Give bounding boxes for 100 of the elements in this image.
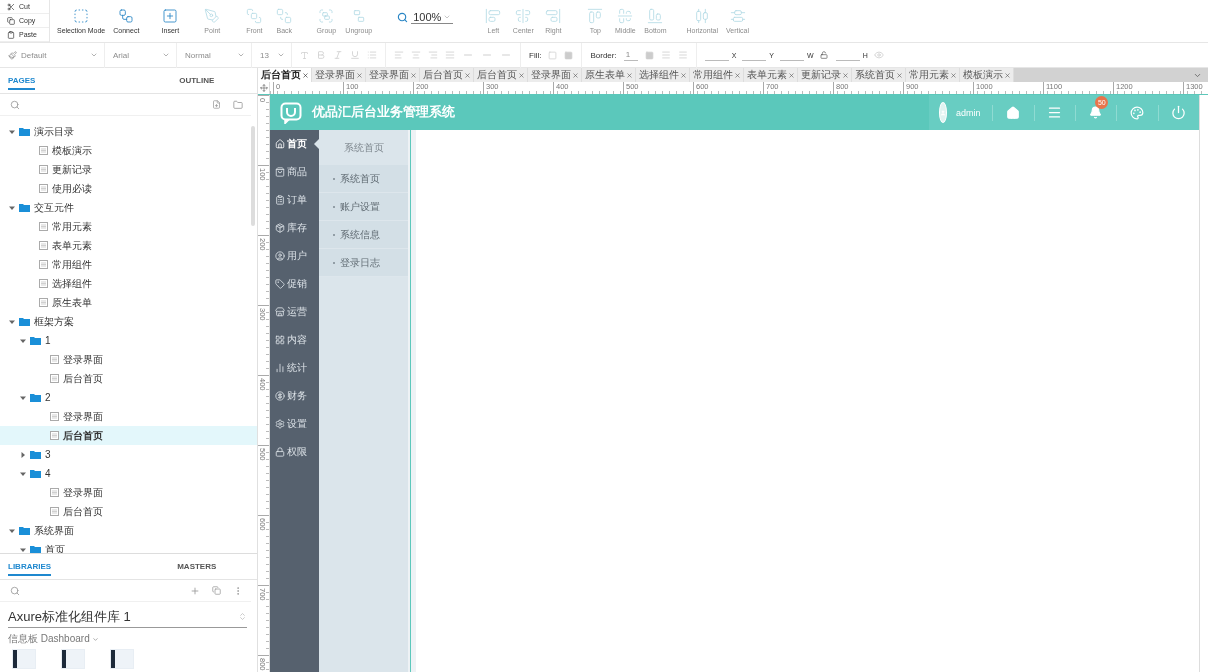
search-icon[interactable] <box>10 99 20 110</box>
eye-icon[interactable] <box>873 50 884 60</box>
close-icon[interactable] <box>680 71 687 79</box>
nav-item[interactable]: 统计 <box>270 354 319 382</box>
page-item[interactable]: 后台首页 <box>0 426 257 445</box>
italic-icon[interactable] <box>333 50 343 60</box>
library-dropdown[interactable]: Axure标准化组件库 1 <box>8 606 247 628</box>
document-tab[interactable]: 登录界面 <box>528 68 582 82</box>
page-item[interactable]: 使用必读 <box>0 179 257 198</box>
page-item[interactable]: 后台首页 <box>0 502 257 521</box>
menu-icon[interactable] <box>1047 105 1063 120</box>
close-icon[interactable] <box>626 71 633 79</box>
style-dropdown[interactable]: Default <box>0 42 105 68</box>
folder-item[interactable]: 3 <box>0 445 257 464</box>
page-item[interactable]: 登录界面 <box>0 407 257 426</box>
close-icon[interactable] <box>788 71 795 79</box>
folder-item[interactable]: 交互元件 <box>0 198 257 217</box>
home-icon[interactable] <box>1006 105 1021 120</box>
caret-right-icon[interactable] <box>19 450 27 459</box>
panel-tab[interactable]: MASTERS <box>128 554 257 579</box>
weight-dropdown[interactable]: Normal <box>177 42 252 68</box>
nav-item[interactable]: 内容 <box>270 326 319 354</box>
document-tab[interactable]: 表单元素 <box>744 68 798 82</box>
document-tab[interactable]: 常用组件 <box>690 68 744 82</box>
panel-tab[interactable]: OUTLINE <box>128 68 257 93</box>
nav-item[interactable]: 财务 <box>270 382 319 410</box>
template-thumbnail[interactable] <box>110 649 134 669</box>
page-item[interactable]: 登录界面 <box>0 350 257 369</box>
close-icon[interactable] <box>842 71 849 79</box>
nav-item[interactable]: 库存 <box>270 214 319 242</box>
panel-tab[interactable]: LIBRARIES <box>0 554 129 579</box>
copy-icon[interactable] <box>212 586 221 595</box>
scrollbar-thumb[interactable] <box>251 126 255 226</box>
close-icon[interactable] <box>734 71 741 79</box>
folder-item[interactable]: 4 <box>0 464 257 483</box>
nav-item[interactable]: 订单 <box>270 186 319 214</box>
page-item[interactable]: 常用元素 <box>0 217 257 236</box>
fill-shadow-icon[interactable] <box>564 50 574 60</box>
panel-tab[interactable]: PAGES <box>0 68 129 93</box>
document-tab[interactable]: 原生表单 <box>582 68 636 82</box>
close-icon[interactable] <box>356 71 363 79</box>
folder-item[interactable]: 系统界面 <box>0 521 257 540</box>
category-dropdown[interactable]: 信息板 Dashboard <box>0 628 257 646</box>
page-item[interactable]: 后台首页 <box>0 369 257 388</box>
document-tab[interactable]: 系统首页 <box>852 68 906 82</box>
document-tab[interactable]: 常用元素 <box>906 68 960 82</box>
close-icon[interactable] <box>464 71 471 79</box>
nav-item[interactable]: 设置 <box>270 410 319 438</box>
add-icon[interactable] <box>190 585 200 596</box>
submenu-item[interactable]: 账户设置 <box>319 193 408 221</box>
close-icon[interactable] <box>572 71 579 79</box>
folder-item[interactable]: 1 <box>0 331 257 350</box>
submenu-item[interactable]: 系统首页 <box>319 165 408 193</box>
nav-item[interactable]: 权限 <box>270 438 319 466</box>
font-dropdown[interactable]: Arial <box>105 42 177 68</box>
palette-icon[interactable] <box>1130 105 1145 120</box>
page-item[interactable]: 选择组件 <box>0 274 257 293</box>
close-icon[interactable] <box>896 71 903 79</box>
document-tab[interactable]: 登录界面 <box>312 68 366 82</box>
folder-item[interactable]: 2 <box>0 388 257 407</box>
move-icon[interactable] <box>259 84 268 92</box>
submenu-item[interactable]: 系统信息 <box>319 221 408 249</box>
nav-item[interactable]: 用户 <box>270 242 319 270</box>
power-icon[interactable] <box>1171 105 1186 120</box>
bell-icon[interactable] <box>1089 106 1103 119</box>
lock-icon[interactable] <box>819 51 828 59</box>
close-icon[interactable] <box>518 71 525 79</box>
close-icon[interactable] <box>410 71 417 79</box>
nav-item[interactable]: 首页 <box>270 130 319 158</box>
document-tab[interactable]: 更新记录 <box>798 68 852 82</box>
nav-item[interactable]: 商品 <box>270 158 319 186</box>
close-icon[interactable] <box>1004 71 1011 79</box>
submenu-item[interactable]: 登录日志 <box>319 249 408 277</box>
nav-item[interactable]: 运营 <box>270 298 319 326</box>
underline-icon[interactable] <box>350 50 360 60</box>
folder-item[interactable]: 框架方案 <box>0 312 257 331</box>
page-item[interactable]: 模板演示 <box>0 141 257 160</box>
page-item[interactable]: 常用组件 <box>0 255 257 274</box>
font-color-icon[interactable] <box>300 50 309 60</box>
zoom-field[interactable]: 100% <box>411 10 454 24</box>
search-icon[interactable] <box>10 585 20 596</box>
fill-color-icon[interactable] <box>548 50 558 60</box>
template-thumbnail[interactable] <box>12 649 36 669</box>
document-tab[interactable]: 后台首页 <box>420 68 474 82</box>
border-width-field[interactable]: 1 <box>623 49 638 61</box>
border-color-icon[interactable] <box>644 50 654 60</box>
bold-icon[interactable] <box>316 50 326 60</box>
nav-item[interactable]: 促销 <box>270 270 319 298</box>
folder-item[interactable]: 演示目录 <box>0 122 257 141</box>
document-tab[interactable]: 后台首页 <box>258 68 312 82</box>
close-icon[interactable] <box>950 71 957 79</box>
document-tab[interactable]: 后台首页 <box>474 68 528 82</box>
add-page-icon[interactable] <box>212 100 221 109</box>
size-dropdown[interactable]: 13 <box>252 42 292 68</box>
template-thumbnail[interactable] <box>61 649 85 669</box>
avatar-icon[interactable] <box>939 102 947 123</box>
close-icon[interactable] <box>302 71 309 79</box>
document-tab[interactable]: 模板演示 <box>960 68 1014 82</box>
document-tab[interactable]: 登录界面 <box>366 68 420 82</box>
page-item[interactable]: 登录界面 <box>0 483 257 502</box>
